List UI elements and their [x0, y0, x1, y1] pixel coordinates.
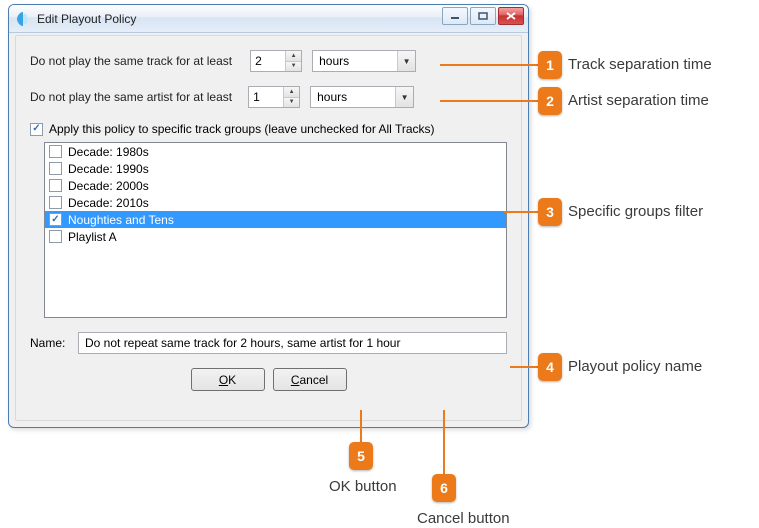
list-item[interactable]: Decade: 2010s: [45, 194, 506, 211]
callout-label-3: Specific groups filter: [568, 203, 703, 220]
spinner-down-icon[interactable]: ▼: [286, 61, 301, 72]
list-item[interactable]: Decade: 2000s: [45, 177, 506, 194]
callout-label-2: Artist separation time: [568, 92, 709, 109]
track-separation-value[interactable]: [251, 51, 285, 71]
group-checkbox[interactable]: ✓: [49, 213, 62, 226]
apply-specific-groups-label: Apply this policy to specific track grou…: [49, 122, 435, 136]
group-label: Decade: 1980s: [68, 145, 149, 159]
group-label: Decade: 1990s: [68, 162, 149, 176]
track-separation-row: Do not play the same track for at least …: [30, 50, 507, 72]
close-button[interactable]: [498, 7, 524, 25]
callout-label-1: Track separation time: [568, 56, 712, 73]
edit-playout-policy-window: Edit Playout Policy Do not play the same…: [8, 4, 529, 428]
group-checkbox[interactable]: [49, 196, 62, 209]
window-controls: [442, 7, 524, 25]
group-checkbox[interactable]: [49, 179, 62, 192]
track-groups-list[interactable]: Decade: 1980s Decade: 1990s Decade: 2000s D…: [44, 142, 507, 318]
group-label: Decade: 2010s: [68, 196, 149, 210]
artist-separation-value[interactable]: [249, 87, 283, 107]
track-separation-unit: hours: [319, 54, 397, 68]
apply-specific-groups-row: ✓ Apply this policy to specific track gr…: [30, 122, 507, 136]
group-label: Noughties and Tens: [68, 213, 174, 227]
track-separation-unit-combo[interactable]: hours ▼: [312, 50, 416, 72]
callout-badge-6: 6: [432, 474, 456, 502]
callout-label-5: OK button: [329, 478, 397, 495]
artist-separation-unit-combo[interactable]: hours ▼: [310, 86, 414, 108]
apply-specific-groups-checkbox[interactable]: ✓: [30, 123, 43, 136]
callout-badge-5: 5: [349, 442, 373, 470]
policy-name-input[interactable]: [78, 332, 507, 354]
callout-badge-3: 3: [538, 198, 562, 226]
group-checkbox[interactable]: [49, 230, 62, 243]
spinner-up-icon[interactable]: ▲: [284, 87, 299, 97]
chevron-down-icon[interactable]: ▼: [397, 51, 415, 71]
app-icon: [15, 11, 31, 27]
titlebar: Edit Playout Policy: [9, 5, 528, 33]
group-label: Decade: 2000s: [68, 179, 149, 193]
cancel-button[interactable]: Cancel: [273, 368, 347, 391]
minimize-button[interactable]: [442, 7, 468, 25]
artist-separation-label: Do not play the same artist for at least: [30, 90, 232, 104]
dialog-buttons: OK Cancel: [30, 368, 507, 391]
list-item[interactable]: Playlist A: [45, 228, 506, 245]
callout-label-6: Cancel button: [417, 510, 510, 527]
artist-separation-unit: hours: [317, 90, 395, 104]
list-item[interactable]: ✓ Noughties and Tens: [45, 211, 506, 228]
ok-button[interactable]: OK: [191, 368, 265, 391]
name-label: Name:: [30, 336, 78, 350]
callout-badge-1: 1: [538, 51, 562, 79]
group-label: Playlist A: [68, 230, 117, 244]
list-item[interactable]: Decade: 1980s: [45, 143, 506, 160]
chevron-down-icon[interactable]: ▼: [395, 87, 413, 107]
spinner-up-icon[interactable]: ▲: [286, 51, 301, 61]
callout-label-4: Playout policy name: [568, 358, 702, 375]
list-item[interactable]: Decade: 1990s: [45, 160, 506, 177]
track-separation-spinner[interactable]: ▲ ▼: [250, 50, 302, 72]
maximize-button[interactable]: [470, 7, 496, 25]
window-title: Edit Playout Policy: [37, 12, 136, 26]
callout-badge-4: 4: [538, 353, 562, 381]
group-checkbox[interactable]: [49, 162, 62, 175]
spinner-down-icon[interactable]: ▼: [284, 97, 299, 108]
artist-separation-row: Do not play the same artist for at least…: [30, 86, 507, 108]
track-separation-label: Do not play the same track for at least: [30, 54, 232, 68]
client-area: Do not play the same track for at least …: [15, 35, 522, 421]
artist-separation-spinner[interactable]: ▲ ▼: [248, 86, 300, 108]
name-row: Name:: [30, 332, 507, 354]
group-checkbox[interactable]: [49, 145, 62, 158]
callout-badge-2: 2: [538, 87, 562, 115]
